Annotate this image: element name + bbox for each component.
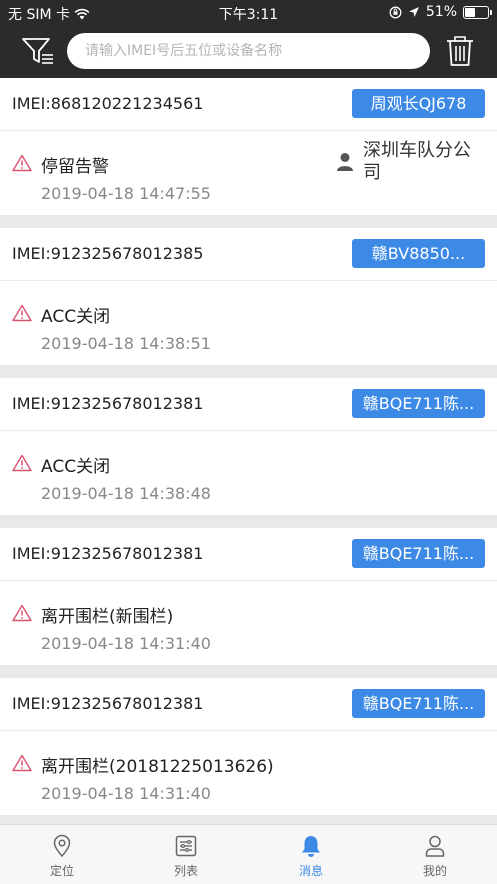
alarm-type: 停留告警 bbox=[41, 157, 109, 177]
filter-icon[interactable] bbox=[20, 34, 56, 68]
tab-list[interactable]: 列表 bbox=[124, 825, 248, 884]
bottom-tab-bar: 定位 列表 消息 我的 bbox=[0, 824, 497, 884]
battery-fill bbox=[465, 7, 476, 17]
message-card[interactable]: IMEI:912325678012381 赣BQE711陈... 离开围栏(20… bbox=[0, 678, 497, 815]
imei-label: IMEI:912325678012381 bbox=[12, 694, 204, 713]
list-icon bbox=[175, 835, 197, 857]
imei-label: IMEI:912325678012385 bbox=[12, 244, 204, 263]
search-input[interactable] bbox=[67, 33, 430, 69]
message-card[interactable]: IMEI:912325678012385 赣BV8850... ACC关闭 20… bbox=[0, 228, 497, 365]
alarm-time: 2019-04-18 14:38:51 bbox=[41, 334, 211, 353]
warning-icon bbox=[12, 454, 32, 472]
warning-icon bbox=[12, 604, 32, 622]
bell-icon bbox=[302, 836, 320, 857]
imei-label: IMEI:868120221234561 bbox=[12, 94, 204, 113]
trash-icon[interactable] bbox=[445, 34, 475, 68]
card-header: IMEI:868120221234561 周观长QJ678 bbox=[0, 78, 497, 131]
tab-profile[interactable]: 我的 bbox=[373, 825, 497, 884]
alarm-time: 2019-04-18 14:47:55 bbox=[41, 184, 211, 203]
tab-label: 定位 bbox=[49, 864, 74, 878]
alarm-type: 离开围栏(20181225013626) bbox=[41, 757, 274, 777]
warning-icon bbox=[12, 154, 32, 172]
imei-label: IMEI:912325678012381 bbox=[12, 394, 204, 413]
orientation-lock-icon bbox=[389, 6, 402, 18]
tab-messages[interactable]: 消息 bbox=[249, 825, 373, 884]
warning-icon bbox=[12, 754, 32, 772]
card-header: IMEI:912325678012381 赣BQE711陈... bbox=[0, 528, 497, 581]
tab-location[interactable]: 定位 bbox=[0, 825, 124, 884]
alarm-type: ACC关闭 bbox=[41, 457, 111, 477]
person-icon bbox=[425, 835, 445, 857]
battery-icon bbox=[463, 5, 492, 19]
message-card[interactable]: IMEI:912325678012381 赣BQE711陈... 离开围栏(新围… bbox=[0, 528, 497, 665]
person-icon bbox=[337, 153, 353, 171]
plate-badge[interactable]: 赣BQE711陈... bbox=[352, 539, 485, 568]
warning-icon bbox=[12, 304, 32, 322]
company-name: 深圳车队分公司 bbox=[363, 140, 471, 183]
alarm-time: 2019-04-18 14:31:40 bbox=[41, 634, 211, 653]
card-header: IMEI:912325678012385 赣BV8850... bbox=[0, 228, 497, 281]
battery-percent: 51% bbox=[425, 4, 457, 20]
tab-label: 消息 bbox=[298, 864, 323, 878]
alarm-time: 2019-04-18 14:38:48 bbox=[41, 484, 211, 503]
message-card[interactable]: IMEI:868120221234561 周观长QJ678 停留告警 2019-… bbox=[0, 78, 497, 215]
message-card[interactable]: IMEI:912325678012381 赣BQE711陈... ACC关闭 2… bbox=[0, 378, 497, 515]
plate-badge[interactable]: 赣BV8850... bbox=[352, 239, 485, 268]
location-pin-icon bbox=[53, 834, 71, 858]
tab-label: 我的 bbox=[422, 864, 447, 878]
plate-badge[interactable]: 赣BQE711陈... bbox=[352, 689, 485, 718]
imei-label: IMEI:912325678012381 bbox=[12, 544, 204, 563]
alarm-type: 离开围栏(新围栏) bbox=[41, 607, 174, 627]
plate-badge[interactable]: 赣BQE711陈... bbox=[352, 389, 485, 418]
status-bar: 无 SIM 卡 下午3:11 51% bbox=[0, 0, 497, 24]
plate-badge[interactable]: 周观长QJ678 bbox=[352, 89, 485, 118]
location-arrow-icon bbox=[408, 7, 419, 17]
status-right: 51% bbox=[389, 4, 492, 20]
card-header: IMEI:912325678012381 赣BQE711陈... bbox=[0, 678, 497, 731]
card-header: IMEI:912325678012381 赣BQE711陈... bbox=[0, 378, 497, 431]
top-bar bbox=[0, 24, 497, 78]
tab-label: 列表 bbox=[173, 864, 198, 878]
alarm-time: 2019-04-18 14:31:40 bbox=[41, 784, 211, 803]
alarm-type: ACC关闭 bbox=[41, 307, 111, 327]
